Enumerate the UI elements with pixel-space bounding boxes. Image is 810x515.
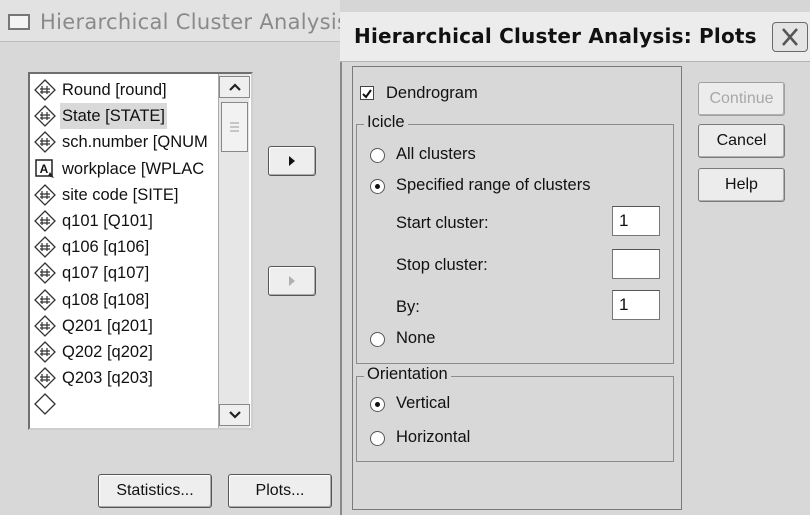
arrow-right-icon (289, 156, 295, 166)
list-item[interactable]: q101 [Q101] (34, 208, 155, 234)
string-icon: A (35, 158, 54, 178)
svg-text:A: A (40, 162, 49, 176)
horizontal-radio[interactable] (370, 431, 385, 446)
list-item[interactable]: Round [round] (34, 77, 169, 103)
scale-icon (34, 210, 56, 232)
list-item[interactable]: site code [SITE] (34, 182, 180, 208)
help-button[interactable]: Help (698, 168, 785, 202)
grip-icon (230, 122, 239, 132)
statistics-button[interactable]: Statistics... (98, 474, 212, 508)
arrow-right-icon (289, 276, 295, 286)
plots-dialog-title: Hierarchical Cluster Analysis: Plots (354, 24, 757, 48)
scale-icon (34, 288, 56, 311)
list-item-label: Q202 [q202] (62, 343, 153, 361)
close-button[interactable] (772, 22, 808, 52)
close-icon (782, 28, 798, 46)
checkmark-icon (362, 89, 372, 99)
list-item-label: Round [round] (62, 81, 167, 99)
scroll-down-button[interactable] (219, 404, 250, 426)
dendrogram-checkbox[interactable] (360, 86, 374, 100)
scale-icon (34, 131, 56, 154)
scale-icon (34, 341, 56, 363)
list-item[interactable]: State [STATE] (34, 103, 168, 130)
window-icon (8, 14, 30, 30)
move-to-label-button[interactable] (268, 266, 316, 296)
plots-button[interactable]: Plots... (228, 474, 332, 508)
start-cluster-input[interactable]: 1 (612, 206, 660, 236)
list-item[interactable]: Aworkplace [WPLAC (34, 156, 206, 182)
icicle-legend: Icicle (364, 113, 408, 132)
orientation-legend: Orientation (364, 365, 451, 384)
stop-cluster-input[interactable] (612, 249, 660, 279)
scale-icon (34, 367, 56, 390)
variable-list-scrollbar[interactable] (218, 74, 250, 428)
chevron-up-icon (228, 83, 241, 91)
list-item-label: Q203 [q203] (62, 369, 153, 388)
list-item[interactable]: Q202 [q202] (34, 339, 155, 365)
continue-button[interactable]: Continue (698, 82, 785, 116)
move-to-variables-button[interactable] (268, 146, 316, 176)
none-radio[interactable] (370, 332, 385, 347)
list-item-label: workplace [WPLAC (62, 159, 205, 178)
list-item-partial[interactable] (34, 391, 60, 417)
scale-icon (34, 79, 56, 101)
vertical-label: Vertical (396, 394, 451, 412)
vertical-radio[interactable] (370, 397, 385, 412)
background-dialog-title: Hierarchical Cluster Analysis (40, 10, 340, 34)
specified-range-label: Specified range of clusters (396, 176, 591, 194)
dendrogram-label: Dendrogram (386, 84, 478, 102)
none-label: None (396, 329, 436, 347)
horizontal-label: Horizontal (396, 428, 471, 446)
list-item-label: State [STATE] (60, 103, 168, 130)
list-item[interactable]: q108 [q108] (34, 287, 151, 313)
list-item[interactable]: Q203 [q203] (34, 365, 155, 391)
scale-icon (34, 236, 56, 259)
cancel-button[interactable]: Cancel (698, 124, 785, 158)
list-item[interactable]: Q201 [q201] (34, 313, 155, 339)
list-item-label: site code [SITE] (62, 185, 179, 204)
scale-icon (34, 393, 56, 416)
all-clusters-label: All clusters (396, 145, 476, 163)
list-item-label: Q201 [q201] (62, 316, 153, 335)
list-item-label: q101 [Q101] (62, 212, 153, 230)
scale-icon (34, 183, 56, 206)
list-item-label: q106 [q106] (62, 238, 150, 257)
list-item-label: q108 [q108] (62, 290, 150, 309)
stop-cluster-label: Stop cluster: (396, 256, 488, 274)
start-cluster-label: Start cluster: (396, 214, 489, 232)
orientation-group (356, 376, 674, 462)
scale-icon (34, 314, 56, 337)
list-item-label: q107 [q107] (62, 264, 150, 283)
by-input[interactable]: 1 (612, 290, 660, 320)
scale-icon (34, 262, 56, 285)
all-clusters-radio[interactable] (370, 148, 385, 163)
list-item-label: sch.number [QNUM (62, 133, 208, 152)
specified-range-radio[interactable] (370, 179, 385, 194)
list-item[interactable]: q107 [q107] (34, 260, 151, 286)
list-item[interactable]: q106 [q106] (34, 234, 151, 260)
chevron-down-icon (228, 411, 241, 419)
by-label: By: (396, 298, 420, 316)
scale-icon (34, 105, 56, 128)
list-item[interactable]: sch.number [QNUM (34, 129, 210, 155)
scroll-thumb[interactable] (221, 102, 248, 152)
scroll-up-button[interactable] (219, 76, 250, 98)
